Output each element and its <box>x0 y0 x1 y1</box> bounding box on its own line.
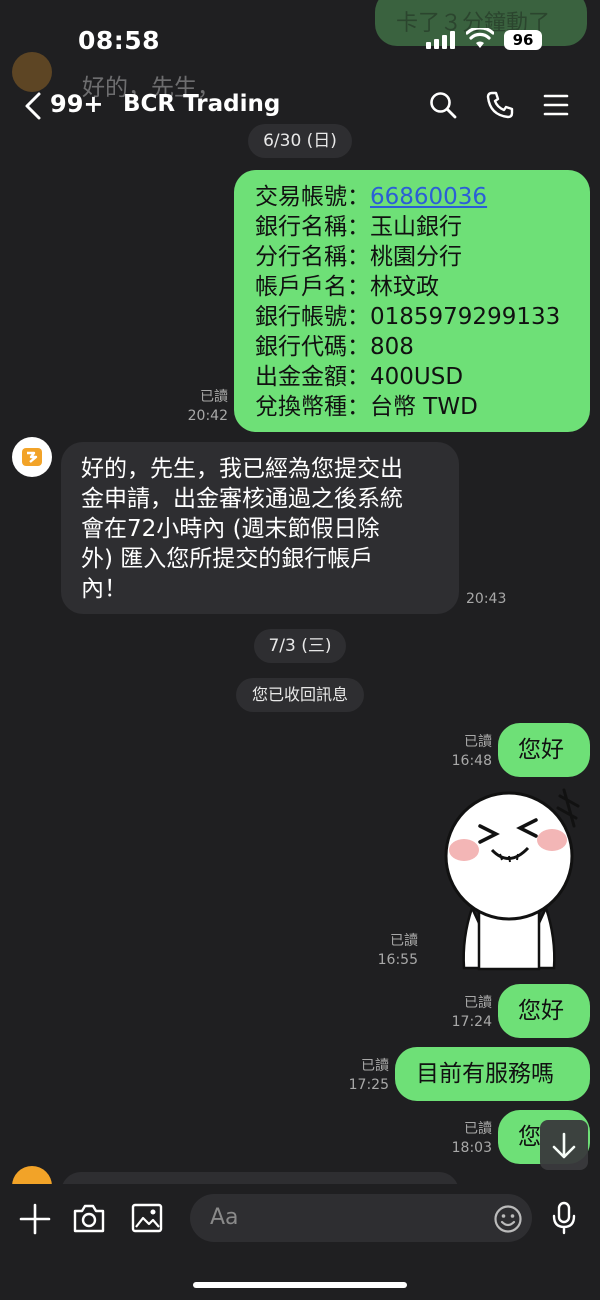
info-separator: ： <box>347 214 370 240</box>
phone-icon[interactable] <box>485 90 515 120</box>
message-bubble-sent[interactable]: 目前有服務嗎 <box>395 1047 590 1101</box>
info-value: 400USD <box>370 364 464 390</box>
account-info-line: 帳戶戶名：林玟政 <box>255 272 590 302</box>
account-info-line: 出金金額： 400USD <box>255 362 590 392</box>
message-input-placeholder: Aa <box>210 1205 239 1230</box>
menu-icon[interactable] <box>542 90 572 120</box>
info-key: 銀行帳號 <box>255 304 347 330</box>
back-chevron-icon[interactable] <box>22 91 44 125</box>
arrow-down-icon <box>552 1132 576 1159</box>
date-chip: 7/3 (三) <box>254 629 346 663</box>
info-key: 出金金額 <box>255 364 347 390</box>
plus-icon[interactable] <box>19 1203 51 1239</box>
account-number-link[interactable]: 66860036 <box>370 182 487 212</box>
account-info-line: 銀行帳號： 0185979299133 <box>255 302 590 332</box>
unread-count[interactable]: 99+ <box>50 90 104 118</box>
signal-icon <box>426 31 458 53</box>
sticker-read-status: 已讀 16:55 <box>377 933 418 968</box>
message-input[interactable] <box>190 1194 532 1242</box>
chat-title[interactable]: BCR Trading <box>123 91 280 117</box>
message-bubble-sent[interactable]: 您好 <box>498 723 590 777</box>
message-bubble-sent[interactable]: 您好 <box>498 984 590 1038</box>
message-text-line: 內！ <box>81 576 127 602</box>
message-text-line: 好的，先生，我已經為您提交出 <box>81 456 403 482</box>
info-key: 銀行名稱 <box>255 214 347 240</box>
contact-avatar[interactable] <box>12 437 52 477</box>
wifi-icon <box>465 26 495 54</box>
message-text: 您好 <box>518 737 564 763</box>
info-separator: ： <box>347 184 370 210</box>
message-text-line: 金申請，出金審核通過之後系統 <box>81 486 403 512</box>
message-read-status: 已讀 16:48 <box>451 734 492 769</box>
info-separator: ： <box>347 364 370 390</box>
recalled-notice: 您已收回訊息 <box>236 678 364 712</box>
message-time: 20:43 <box>466 591 507 607</box>
info-key: 兌換幣種 <box>255 394 347 420</box>
info-key: 交易帳號 <box>255 184 347 210</box>
account-info-line: 交易帳號： 66860036 <box>255 182 590 212</box>
sticker-image[interactable] <box>424 788 594 974</box>
bcr-logo-icon <box>22 448 42 466</box>
info-separator: ： <box>347 244 370 270</box>
message-read-status: 已讀 18:03 <box>451 1121 492 1156</box>
info-key: 帳戶戶名 <box>255 274 347 300</box>
account-info-line: 兌換幣種：台幣 TWD <box>255 392 590 422</box>
search-icon[interactable] <box>428 90 458 120</box>
info-value: 林玟政 <box>370 274 439 300</box>
microphone-icon[interactable] <box>551 1201 577 1239</box>
account-info-line: 銀行名稱：玉山銀行 <box>255 212 590 242</box>
home-indicator <box>193 1282 407 1288</box>
message-read-status: 已讀 20:42 <box>187 389 228 424</box>
info-separator: ： <box>347 394 370 420</box>
info-value: 808 <box>370 334 414 360</box>
image-icon[interactable] <box>131 1203 163 1237</box>
message-bubble-received[interactable]: 好的，先生，我已經為您提交出 金申請，出金審核通過之後系統 會在72小時內 (週末節… <box>61 442 459 614</box>
info-value: 桃園分行 <box>370 244 462 270</box>
info-separator: ： <box>347 304 370 330</box>
message-text: 目前有服務嗎 <box>416 1061 554 1087</box>
info-key: 銀行代碼 <box>255 334 347 360</box>
status-time: 08:58 <box>78 26 161 55</box>
info-separator: ： <box>347 274 370 300</box>
message-text: 您好 <box>518 998 564 1024</box>
ghost-avatar <box>12 52 52 92</box>
info-value: 0185979299133 <box>370 304 561 330</box>
message-bubble-sent[interactable]: 交易帳號： 66860036 銀行名稱：玉山銀行 分行名稱：桃園分行 帳戶戶名：林玟政銀… <box>234 170 590 432</box>
message-text-line: 外) 匯入您所提交的銀行帳戶 <box>81 546 374 572</box>
message-read-status: 已讀 17:24 <box>451 995 492 1030</box>
info-separator: ： <box>347 334 370 360</box>
account-info-line: 銀行代碼： 808 <box>255 332 590 362</box>
message-text-line: 會在72小時內 (週末節假日除 <box>81 516 380 542</box>
account-info-line: 分行名稱：桃園分行 <box>255 242 590 272</box>
info-value: 玉山銀行 <box>370 214 462 240</box>
account-info: 交易帳號： 66860036 銀行名稱：玉山銀行 分行名稱：桃園分行 帳戶戶名：林玟政銀… <box>234 170 590 422</box>
battery-indicator: 96 <box>504 30 542 50</box>
date-chip: 6/30 (日) <box>248 124 352 158</box>
message-read-status: 已讀 17:25 <box>348 1058 389 1093</box>
emoji-icon[interactable] <box>493 1204 523 1238</box>
message-text: 好的，先生，我已經為您提交出 金申請，出金審核通過之後系統 會在72小時內 (週末節… <box>61 442 459 604</box>
info-key: 分行名稱 <box>255 244 347 270</box>
scroll-down-button[interactable] <box>540 1120 588 1170</box>
info-value: 台幣 TWD <box>370 394 478 420</box>
camera-icon[interactable] <box>72 1202 106 1238</box>
